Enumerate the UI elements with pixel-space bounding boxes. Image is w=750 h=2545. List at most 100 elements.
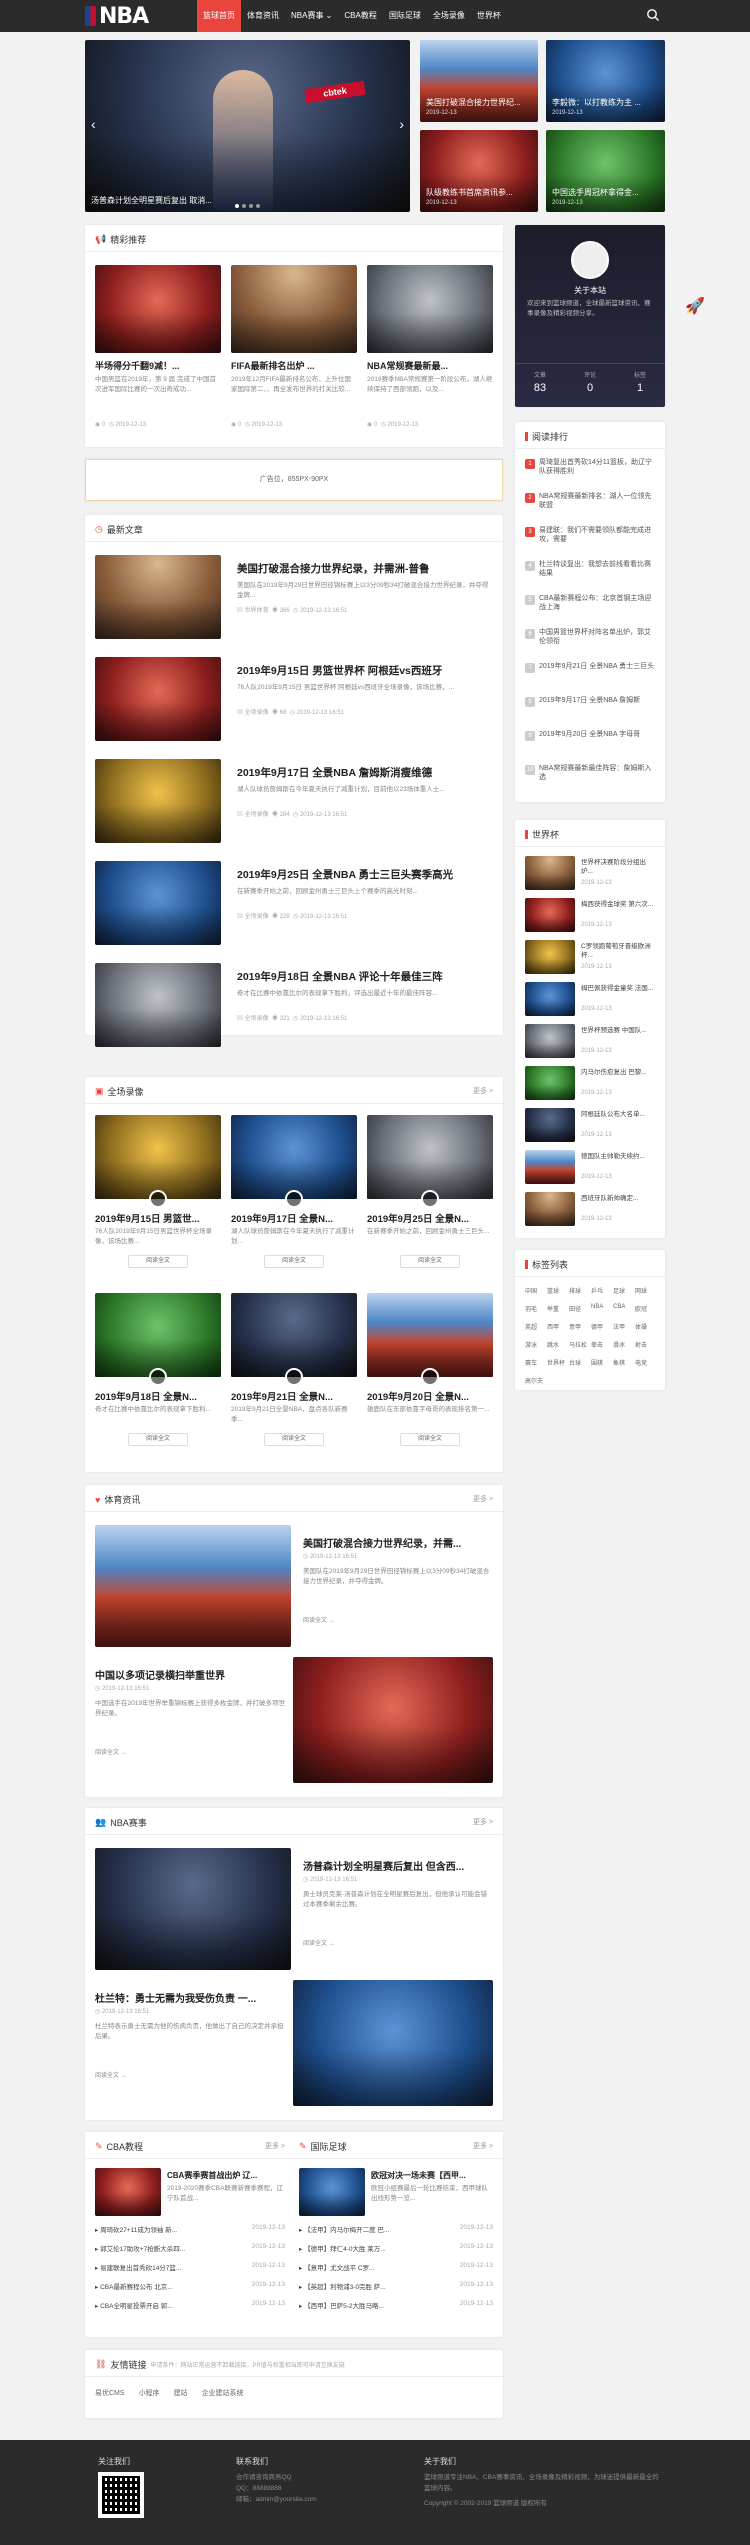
more-link[interactable]: 更多 > [473,1817,493,1827]
video-thumb[interactable] [231,1115,357,1208]
ranking-item[interactable]: 6 中国男篮世界杯对阵名单出炉，郭艾伦领衔 [525,628,655,658]
worldcup-title[interactable]: 世界杯预选赛 中国队... [581,1026,657,1044]
nba-title[interactable]: 汤普森计划全明星赛后复出 但含西... [303,1858,493,1873]
article-image[interactable] [95,861,221,945]
worldcup-title[interactable]: 阿根廷队公布大名单... [581,1110,657,1128]
worldcup-title[interactable]: 梅西获得金球奖 第六次... [581,900,657,918]
tag-link[interactable]: 田径 [569,1304,581,1313]
tag-link[interactable]: NBA [591,1304,603,1310]
list-item[interactable]: ▸ 【西甲】巴萨5-2大胜马略... 2019-12-13 [299,2300,493,2310]
prev-arrow-icon[interactable]: ‹ [91,116,96,132]
worldcup-thumb[interactable] [525,1108,575,1142]
tag-link[interactable]: 篮球 [547,1286,559,1295]
video-title[interactable]: 2019年9月17日 全景N... [231,1211,357,1225]
next-arrow-icon[interactable]: › [399,116,404,132]
read-more-link[interactable]: 阅读全文 → [95,2070,127,2079]
friend-link[interactable]: 易优CMS [95,2388,125,2398]
featured-image[interactable] [367,265,493,353]
worldcup-title[interactable]: C罗领跑葡萄牙晋级欧洲杯... [581,942,657,960]
tag-link[interactable]: 高尔夫 [525,1376,543,1385]
read-more-link[interactable]: 阅读全文 → [303,1938,335,1947]
read-button[interactable]: 阅读全文 [400,1433,460,1446]
tag-link[interactable]: 英超 [525,1322,537,1331]
list-item[interactable]: ▸ 【意甲】尤文战平 C罗... 2019-12-13 [299,2262,493,2272]
ad-banner[interactable]: 广告位，855PX-90PX [85,459,503,501]
video-title[interactable]: 2019年9月25日 全景N... [367,1211,493,1225]
ranking-item[interactable]: 8 2019年9月17日 全景NBA 詹姆斯 [525,696,655,726]
rocket-icon[interactable]: 🚀 [685,296,705,316]
worldcup-thumb[interactable] [525,1192,575,1226]
article-image[interactable] [95,657,221,741]
more-link[interactable]: 更多 > [473,1086,493,1096]
ranking-item[interactable]: 5 CBA最新赛程公布：北京首钢主场迎战上海 [525,594,655,624]
list-item[interactable]: ▸ 【法甲】内马尔梅开二度 巴... 2019-12-13 [299,2224,493,2234]
list-item[interactable]: ▸ CBA全明星投票开启 郭... 2019-12-13 [95,2300,285,2310]
nav-item-videos[interactable]: 全场录像 [427,0,471,32]
news-title[interactable]: 美国打破混合接力世界纪录，并需... [303,1535,493,1550]
read-more-link[interactable]: 阅读全文 → [303,1615,335,1624]
ranking-item[interactable]: 9 2019年9月20日 全景NBA 字母哥 [525,730,655,760]
read-button[interactable]: 阅读全文 [264,1433,324,1446]
tag-link[interactable]: 世界杯 [547,1358,565,1367]
friend-link[interactable]: 建站 [174,2388,188,2398]
tag-link[interactable]: 羽毛 [525,1304,537,1313]
list-item[interactable]: ▸ 【英超】利物浦3-0完胜 萨... 2019-12-13 [299,2281,493,2291]
top-thumb[interactable]: 美国打破混合接力世界纪... 2019-12-13 [420,40,538,122]
featured-title[interactable]: 半场得分千翻9减！... [95,359,221,372]
video-thumb[interactable] [367,1115,493,1208]
tag-link[interactable]: 乒乓 [591,1286,603,1295]
top-thumb[interactable]: 李毅微：以打教练为主 ... 2019-12-13 [546,40,665,122]
tag-link[interactable]: 中国 [525,1286,537,1295]
worldcup-title[interactable]: 世界杯决赛阶段分组出炉... [581,858,657,876]
read-button[interactable]: 阅读全文 [128,1255,188,1268]
nav-item-home[interactable]: 篮球首页 [197,0,241,32]
tag-link[interactable]: 足球 [613,1286,625,1295]
article-title[interactable]: 2019年9月15日 男篮世界杯 阿根廷vs西班牙 [237,663,493,678]
article-image[interactable] [95,963,221,1047]
video-title[interactable]: 2019年9月21日 全景N... [231,1389,357,1403]
video-thumb[interactable] [231,1293,357,1386]
site-logo[interactable]: NBA [85,4,149,29]
read-more-link[interactable]: 阅读全文 → [95,1747,127,1756]
tag-link[interactable]: 电竞 [635,1358,647,1367]
tag-link[interactable]: 赛车 [525,1358,537,1367]
list-item[interactable]: ▸ 【德甲】拜仁4-0大胜 莱万... 2019-12-13 [299,2243,493,2253]
read-button[interactable]: 阅读全文 [400,1255,460,1268]
more-link[interactable]: 更多 > [265,2141,285,2151]
play-icon[interactable] [149,1368,167,1386]
article-title[interactable]: 2019年9月18日 全景NBA 评论十年最佳三阵 [237,969,493,984]
play-icon[interactable] [285,1368,303,1386]
nba-image[interactable] [293,1980,493,2106]
ranking-item[interactable]: 2 NBA常规赛最新排名：湖人一位领先联盟 [525,492,655,522]
nav-item-nba[interactable]: NBA赛事 ⌄ [285,0,338,32]
tag-link[interactable]: 射击 [635,1340,647,1349]
video-title[interactable]: 2019年9月15日 男篮世... [95,1211,221,1225]
tag-link[interactable]: 跳水 [547,1340,559,1349]
worldcup-thumb[interactable] [525,856,575,890]
article-title[interactable]: 2019年9月25日 全景NBA 勇士三巨头赛季高光 [237,867,493,882]
nav-item-worldcup[interactable]: 世界杯 [471,0,507,32]
tag-link[interactable]: 举重 [547,1304,559,1313]
nav-item-soccer[interactable]: 国际足球 [383,0,427,32]
ranking-item[interactable]: 1 周琦复出首秀砍14分11篮板，助辽宁队获得胜利 [525,458,655,488]
read-button[interactable]: 阅读全文 [264,1255,324,1268]
featured-title[interactable]: FIFA最新排名出炉 ... [231,359,357,372]
friend-link[interactable]: 小程序 [139,2388,160,2398]
tag-link[interactable]: 法甲 [613,1322,625,1331]
list-item[interactable]: ▸ 易建联复出首秀砍14分7篮... 2019-12-13 [95,2262,285,2272]
play-icon[interactable] [421,1368,439,1386]
tag-link[interactable]: 马拉松 [569,1340,587,1349]
tag-link[interactable]: 排球 [569,1286,581,1295]
article-title[interactable]: 美国打破混合接力世界纪录，并需洲-普鲁 [237,561,493,576]
soccer-lead-image[interactable] [299,2168,365,2216]
tag-link[interactable]: 象棋 [613,1358,625,1367]
tag-link[interactable]: 体操 [635,1322,647,1331]
hero-slider[interactable]: cbtek 汤普森计划全明星赛后复出 取消... ‹ › [85,40,410,212]
tag-link[interactable]: 德甲 [591,1322,603,1331]
play-icon[interactable] [149,1190,167,1208]
cba-lead-title[interactable]: CBA赛季赛首战出炉 辽... [167,2170,283,2181]
slider-dots[interactable] [235,204,260,208]
video-thumb[interactable] [95,1115,221,1208]
featured-title[interactable]: NBA常规赛最新最... [367,359,493,372]
ranking-item[interactable]: 3 易建联：我们不需要领队都能完成进攻，需要 [525,526,655,556]
